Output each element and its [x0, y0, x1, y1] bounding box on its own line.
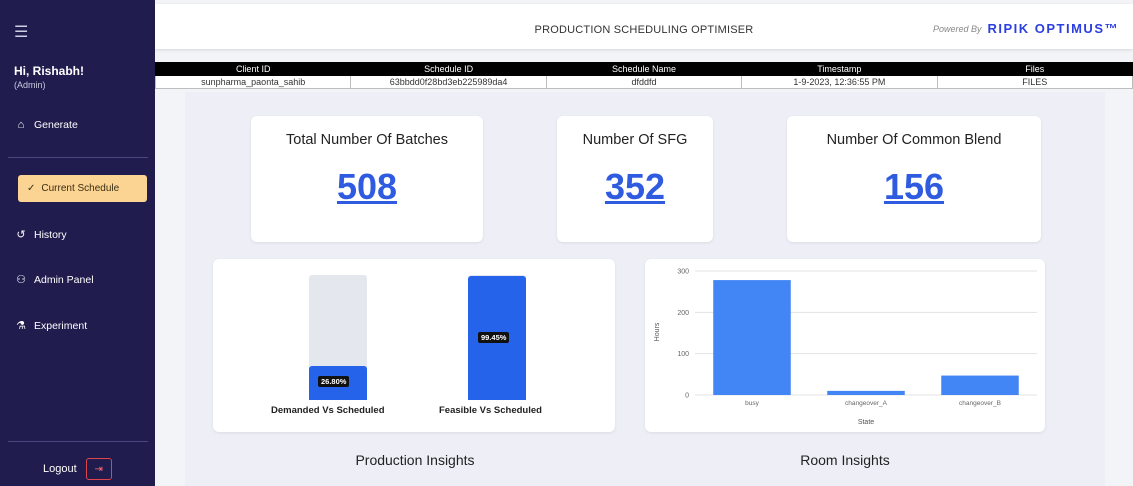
x-tick-label: changeover_B — [959, 400, 1001, 407]
menu-icon[interactable]: ☰ — [14, 22, 28, 42]
brand-logo: RIPIK OPTIMUS™ — [987, 21, 1119, 36]
history-icon: ↺ — [16, 229, 26, 241]
chart-bar-changeover_A[interactable] — [827, 390, 905, 395]
room-insights-title: Room Insights — [800, 452, 890, 468]
sidebar-item-history[interactable]: ↺ History — [14, 228, 67, 242]
x-axis-label: State — [858, 419, 874, 426]
logout-button[interactable]: Logout ⇥ — [43, 458, 112, 480]
chart-bar-busy[interactable] — [713, 280, 791, 395]
sidebar-item-label: History — [34, 228, 67, 241]
sidebar-item-current-schedule[interactable]: ✓ Current Schedule — [18, 175, 147, 202]
stat-value-link[interactable]: 156 — [787, 166, 1041, 208]
sidebar-divider — [8, 441, 148, 442]
sidebar-item-label: Admin Panel — [34, 273, 94, 286]
schedule-id-cell: 63bbdd0f28bd3eb225989da4 — [350, 75, 547, 89]
stat-title: Number Of Common Blend — [826, 132, 1002, 148]
y-tick-label: 100 — [677, 351, 689, 358]
powered-by-text: Powered By — [932, 23, 982, 34]
percent-badge: 99.45% — [478, 332, 510, 343]
files-link[interactable]: FILES — [936, 75, 1133, 89]
sidebar: ☰ Hi, Rishabh! (Admin) ⌂ Generate ✓ Curr… — [0, 0, 155, 486]
progress-label: Demanded Vs Scheduled — [271, 405, 385, 416]
main-content: Total Number Of Batches 508 Number Of SF… — [185, 92, 1105, 486]
column-header: Files — [936, 62, 1133, 76]
stat-title: Total Number Of Batches — [286, 132, 448, 148]
stat-value-link[interactable]: 352 — [557, 166, 713, 208]
production-insights-card: 26.80% Demanded Vs Scheduled 99.45% Feas… — [213, 259, 615, 432]
powered-by: Powered By RIPIK OPTIMUS™ — [933, 21, 1119, 36]
column-header: Client ID — [154, 62, 352, 76]
y-tick-label: 300 — [677, 269, 689, 276]
schedule-name-cell: dfddfd — [545, 75, 743, 89]
stat-title: Number Of SFG — [582, 132, 688, 148]
stat-card-total-batches: Total Number Of Batches 508 — [251, 116, 483, 242]
user-icon: ⚇ — [16, 274, 26, 286]
sidebar-item-label: Experiment — [34, 319, 88, 332]
sidebar-item-label: Current Schedule — [41, 183, 120, 194]
timestamp-cell: 1-9-2023, 12:36:55 PM — [741, 75, 938, 89]
stat-value-link[interactable]: 508 — [251, 166, 483, 208]
column-header: Schedule Name — [545, 62, 743, 76]
stat-card-common-blend: Number Of Common Blend 156 — [787, 116, 1041, 242]
y-axis-label: Hours — [654, 322, 661, 341]
app-header: PRODUCTION SCHEDULING OPTIMISER Powered … — [155, 4, 1133, 49]
table-row: sunpharma_paonta_sahib 63bbdd0f28bd3eb22… — [154, 75, 1133, 89]
column-header: Timestamp — [741, 62, 938, 76]
x-tick-label: changeover_A — [845, 400, 888, 407]
sidebar-item-admin-panel[interactable]: ⚇ Admin Panel — [14, 273, 94, 287]
y-tick-label: 0 — [685, 393, 689, 400]
logout-label: Logout — [43, 463, 77, 475]
production-insights-title: Production Insights — [355, 452, 475, 468]
user-role: (Admin) — [14, 80, 46, 90]
client-id-cell: sunpharma_paonta_sahib — [154, 75, 352, 89]
logout-icon[interactable]: ⇥ — [85, 458, 112, 480]
chart-bar-changeover_B[interactable] — [941, 375, 1019, 395]
check-icon: ✓ — [27, 183, 36, 194]
sidebar-divider — [8, 157, 148, 158]
room-insights-card: 0 100 200 300 busy changeover_A changeover_B … — [645, 259, 1045, 432]
y-tick-label: 200 — [677, 310, 689, 317]
user-greeting: Hi, Rishabh! — [14, 64, 85, 78]
stat-card-sfg: Number Of SFG 352 — [557, 116, 713, 242]
flask-icon: ⚗ — [16, 320, 26, 332]
x-tick-label: busy — [745, 400, 759, 407]
percent-badge: 26.80% — [318, 376, 350, 387]
room-hours-chart: 0100200300 busy changeover_A changeover_B … — [654, 269, 1037, 426]
sidebar-item-experiment[interactable]: ⚗ Experiment — [14, 319, 88, 333]
schedule-info-table: Client ID Schedule ID Schedule Name Time… — [154, 62, 1133, 89]
sidebar-item-generate[interactable]: ⌂ Generate — [14, 119, 78, 131]
sidebar-item-label: Generate — [34, 119, 78, 131]
progress-label: Feasible Vs Scheduled — [439, 405, 542, 416]
column-header: Schedule ID — [350, 62, 547, 76]
home-icon: ⌂ — [17, 119, 25, 131]
